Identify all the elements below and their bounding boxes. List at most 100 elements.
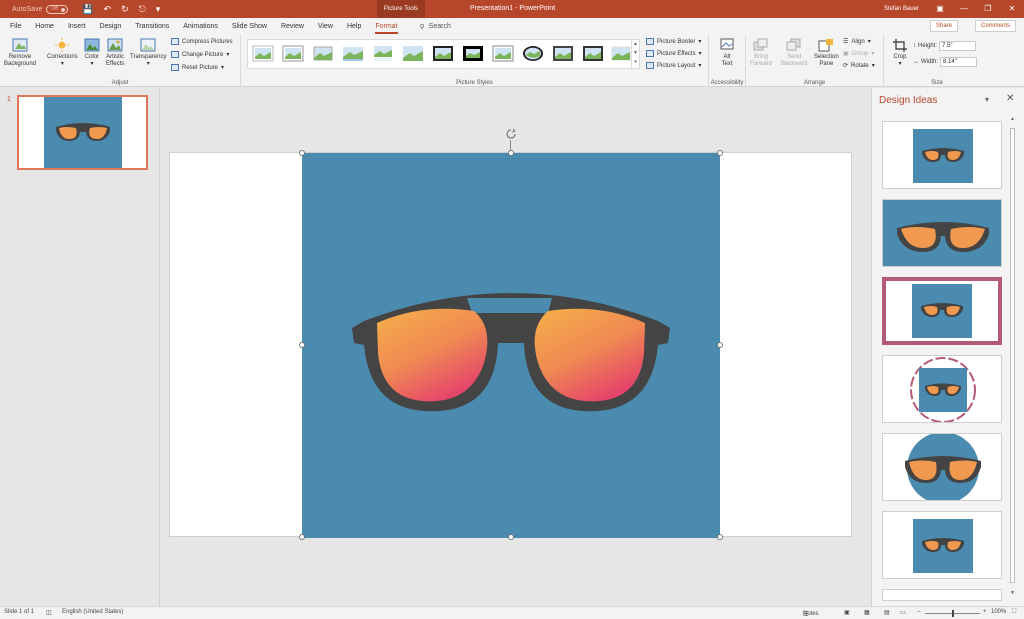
resize-handle-top-right[interactable] bbox=[717, 150, 723, 156]
design-idea-3[interactable] bbox=[882, 277, 1002, 345]
transparency-button[interactable]: Transparency ▾ bbox=[130, 38, 166, 68]
tab-design[interactable]: Design bbox=[99, 23, 121, 30]
picture-layout-button[interactable]: Picture Layout ▾ bbox=[646, 62, 701, 69]
slide-thumbnail[interactable] bbox=[17, 95, 148, 170]
fit-to-window-icon[interactable]: ⛶ bbox=[1012, 609, 1016, 616]
height-input[interactable]: 7.5" bbox=[939, 41, 977, 51]
undo-icon[interactable]: ↶ bbox=[104, 4, 112, 15]
design-ideas-scrollbar[interactable]: ▲ ▼ bbox=[1009, 116, 1016, 596]
tab-format[interactable]: Format bbox=[375, 23, 398, 34]
style-thumb[interactable] bbox=[312, 45, 334, 62]
tab-file[interactable]: File bbox=[10, 23, 21, 30]
sunglasses-picture[interactable] bbox=[302, 153, 720, 538]
customize-qat-icon[interactable]: ▾ bbox=[156, 4, 161, 15]
gallery-scroll[interactable]: ▲ ▼ ▾ bbox=[631, 40, 639, 68]
user-name[interactable]: Stefan Bauer bbox=[884, 0, 919, 18]
design-idea-5[interactable] bbox=[882, 433, 1002, 501]
tab-slide-show[interactable]: Slide Show bbox=[232, 23, 267, 30]
style-thumb[interactable] bbox=[372, 45, 394, 62]
scroll-up-icon[interactable]: ▲ bbox=[1009, 116, 1016, 122]
artistic-effects-button[interactable]: Artistic Effects bbox=[106, 38, 124, 68]
style-thumb[interactable] bbox=[402, 45, 424, 62]
picture-effects-button[interactable]: Picture Effects ▾ bbox=[646, 50, 702, 57]
change-picture-button[interactable]: Change Picture ▾ bbox=[171, 51, 229, 58]
alt-text-button[interactable]: Alt Text bbox=[719, 38, 735, 68]
resize-handle-bottom[interactable] bbox=[508, 534, 514, 540]
reset-picture-button[interactable]: Reset Picture ▾ bbox=[171, 64, 224, 71]
picture-border-button[interactable]: Picture Border ▾ bbox=[646, 38, 701, 45]
reading-view-icon[interactable]: ▤ bbox=[884, 609, 890, 616]
style-thumb[interactable] bbox=[610, 45, 632, 62]
resize-handle-left[interactable] bbox=[299, 342, 305, 348]
tab-transitions[interactable]: Transitions bbox=[135, 23, 169, 30]
accessibility-check-icon[interactable]: ◫ bbox=[46, 609, 52, 616]
slide-sorter-icon[interactable]: ▦ bbox=[864, 609, 870, 616]
design-idea-2[interactable] bbox=[882, 199, 1002, 267]
selection-pane-button[interactable]: Selection Pane bbox=[814, 38, 839, 68]
design-idea-7[interactable] bbox=[882, 589, 1002, 601]
save-icon[interactable]: 💾 bbox=[82, 4, 93, 15]
design-idea-6[interactable] bbox=[882, 511, 1002, 579]
color-button[interactable]: Color ▾ bbox=[84, 38, 100, 68]
width-input[interactable]: 8.14" bbox=[940, 57, 978, 67]
style-thumb[interactable] bbox=[282, 45, 304, 62]
pane-options-icon[interactable]: ▾ bbox=[985, 95, 989, 104]
resize-handle-bottom-right[interactable] bbox=[717, 534, 723, 540]
language-indicator[interactable]: English (United States) bbox=[62, 609, 123, 615]
design-idea-4[interactable] bbox=[882, 355, 1002, 423]
style-thumb[interactable] bbox=[522, 45, 544, 62]
remove-background-button[interactable]: Remove Background bbox=[4, 38, 36, 68]
rotate-button[interactable]: ⟳ Rotate ▾ bbox=[843, 62, 875, 70]
redo-icon[interactable]: ↻ bbox=[121, 4, 129, 15]
normal-view-icon[interactable]: ▣ bbox=[844, 609, 850, 616]
comments-button[interactable]: Comments bbox=[974, 20, 1016, 32]
compress-pictures-button[interactable]: Compress Pictures bbox=[171, 38, 233, 45]
close-icon[interactable]: ✕ bbox=[1000, 0, 1024, 18]
style-thumb[interactable] bbox=[462, 45, 484, 62]
search-box[interactable]: ⚲ Search bbox=[420, 23, 451, 31]
share-button[interactable]: Share bbox=[929, 20, 958, 32]
tab-help[interactable]: Help bbox=[347, 23, 361, 30]
send-backward-button[interactable]: Send Backward bbox=[781, 38, 807, 68]
tab-view[interactable]: View bbox=[318, 23, 333, 30]
align-button[interactable]: ☰ Align ▾ bbox=[843, 38, 871, 46]
tab-insert[interactable]: Insert bbox=[68, 23, 86, 30]
zoom-in-icon[interactable]: + bbox=[983, 609, 987, 615]
crop-button[interactable]: Crop ▾ bbox=[892, 38, 908, 68]
tab-review[interactable]: Review bbox=[281, 23, 304, 30]
ribbon-display-icon[interactable]: ▣ bbox=[928, 0, 952, 18]
resize-handle-right[interactable] bbox=[717, 342, 723, 348]
present-icon[interactable]: ⎋ bbox=[139, 4, 146, 15]
close-pane-icon[interactable]: ✕ bbox=[1006, 93, 1014, 104]
zoom-level[interactable]: 100% bbox=[991, 609, 1006, 615]
style-thumb[interactable] bbox=[432, 45, 454, 62]
style-thumb[interactable] bbox=[252, 45, 274, 62]
tab-home[interactable]: Home bbox=[35, 23, 54, 30]
group-button[interactable]: ▣ Group ▾ bbox=[843, 50, 874, 58]
autosave-toggle[interactable]: AutoSave Off bbox=[12, 4, 69, 14]
remove-background-icon bbox=[12, 38, 28, 52]
picture-layout-icon bbox=[646, 62, 654, 69]
slide-editing-canvas[interactable] bbox=[161, 88, 870, 606]
zoom-slider-knob[interactable] bbox=[952, 610, 954, 617]
autosave-switch[interactable]: Off bbox=[46, 4, 69, 14]
style-thumb[interactable] bbox=[552, 45, 574, 62]
restore-icon[interactable]: ❐ bbox=[976, 0, 1000, 18]
scroll-thumb[interactable] bbox=[1010, 128, 1015, 583]
scroll-down-icon[interactable]: ▼ bbox=[1009, 590, 1016, 596]
resize-handle-top[interactable] bbox=[508, 150, 514, 156]
slideshow-view-icon[interactable]: ▭ bbox=[900, 609, 906, 616]
minimize-icon[interactable]: — bbox=[952, 0, 976, 18]
resize-handle-bottom-left[interactable] bbox=[299, 534, 305, 540]
tab-animations[interactable]: Animations bbox=[183, 23, 218, 30]
style-thumb[interactable] bbox=[492, 45, 514, 62]
picture-styles-gallery[interactable]: ▲ ▼ ▾ bbox=[247, 39, 640, 69]
zoom-out-icon[interactable]: − bbox=[917, 609, 921, 615]
design-idea-1[interactable] bbox=[882, 121, 1002, 189]
style-thumb[interactable] bbox=[342, 45, 364, 62]
corrections-button[interactable]: Corrections ▾ bbox=[47, 38, 78, 68]
style-thumb[interactable] bbox=[582, 45, 604, 62]
bring-forward-button[interactable]: Bring Forward bbox=[750, 38, 772, 68]
resize-handle-top-left[interactable] bbox=[299, 150, 305, 156]
rotate-handle-icon[interactable] bbox=[505, 128, 517, 140]
